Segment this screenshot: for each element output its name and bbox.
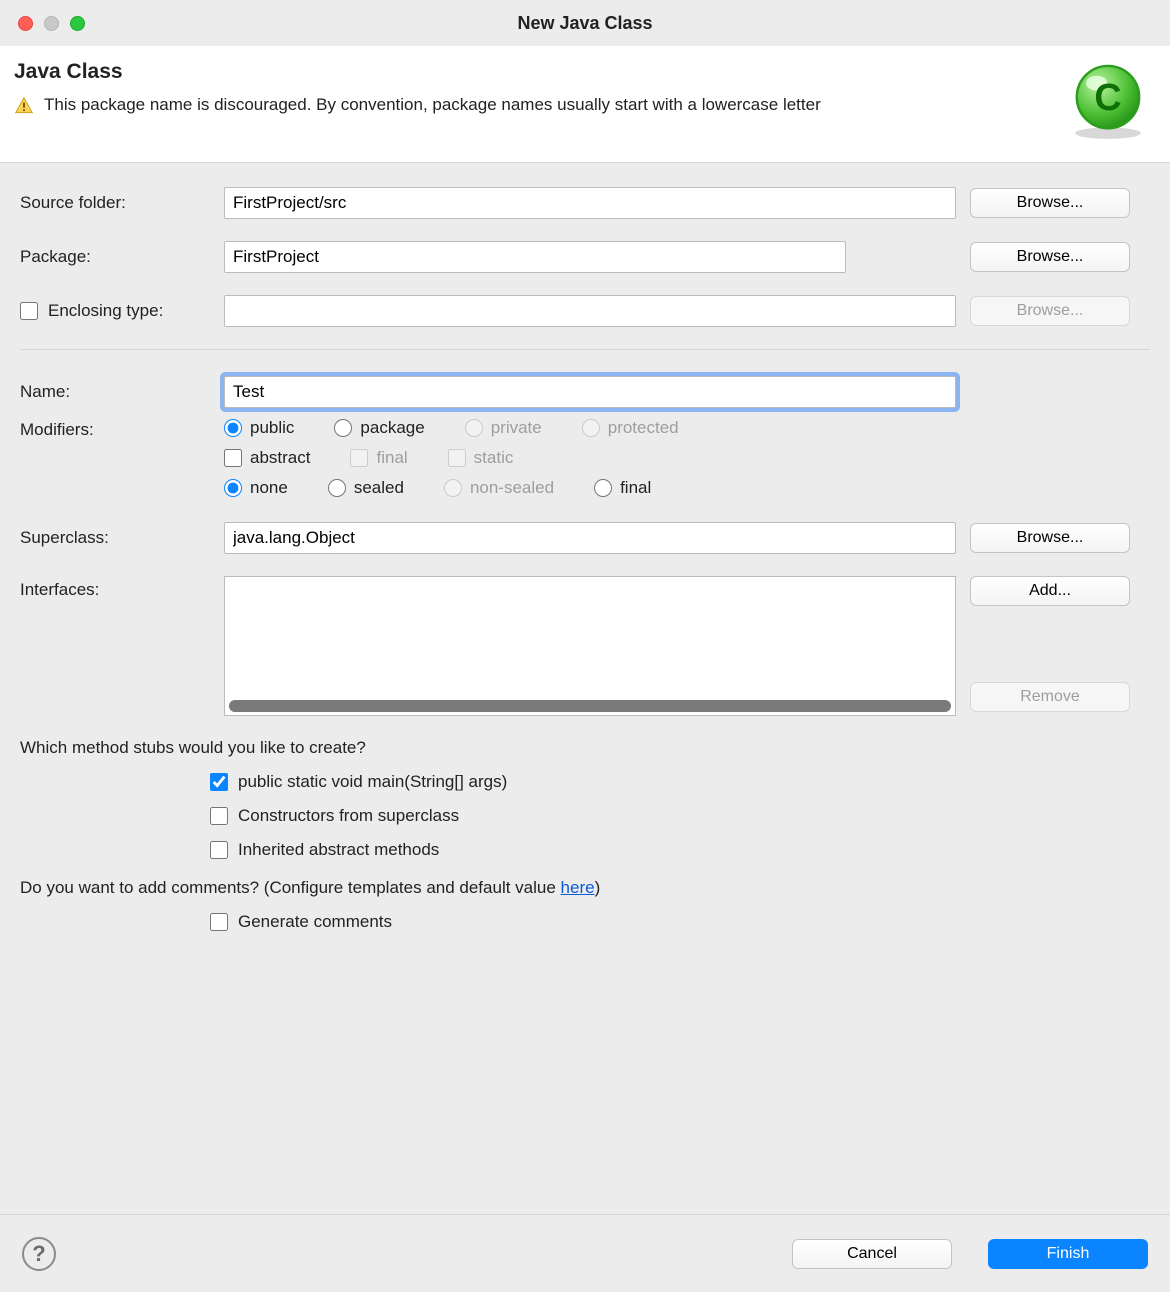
- modifier-none[interactable]: none: [224, 478, 288, 498]
- interfaces-add-button[interactable]: Add...: [970, 576, 1130, 606]
- titlebar: New Java Class: [0, 0, 1170, 46]
- comments-section: Do you want to add comments? (Configure …: [20, 878, 1150, 932]
- finish-button[interactable]: Finish: [988, 1239, 1148, 1269]
- comments-question: Do you want to add comments? (Configure …: [20, 878, 1150, 898]
- package-input[interactable]: [224, 241, 846, 273]
- superclass-input[interactable]: [224, 522, 956, 554]
- stub-main-method[interactable]: public static void main(String[] args): [210, 772, 1150, 792]
- name-input[interactable]: [224, 376, 956, 408]
- generate-comments[interactable]: Generate comments: [210, 912, 1150, 932]
- source-folder-browse-button[interactable]: Browse...: [970, 188, 1130, 218]
- interfaces-remove-button: Remove: [970, 682, 1130, 712]
- dialog-footer: ? Cancel Finish: [0, 1214, 1170, 1292]
- superclass-row: Superclass: Browse...: [20, 522, 1150, 554]
- help-button[interactable]: ?: [22, 1237, 56, 1271]
- enclosing-type-input: [224, 295, 956, 327]
- modifiers-row: Modifiers: public package private protec…: [20, 418, 1150, 498]
- source-folder-row: Source folder: Browse...: [20, 187, 1150, 219]
- modifier-package[interactable]: package: [334, 418, 424, 438]
- method-stubs-section: Which method stubs would you like to cre…: [20, 738, 1150, 860]
- interfaces-listbox[interactable]: [224, 576, 956, 716]
- package-row: Package: Browse...: [20, 241, 1150, 273]
- package-browse-button[interactable]: Browse...: [970, 242, 1130, 272]
- package-label: Package:: [20, 247, 210, 267]
- modifier-public[interactable]: public: [224, 418, 294, 438]
- source-folder-label: Source folder:: [20, 193, 210, 213]
- modifier-final[interactable]: final: [594, 478, 651, 498]
- enclosing-type-browse-button: Browse...: [970, 296, 1130, 326]
- stub-inherited[interactable]: Inherited abstract methods: [210, 840, 1150, 860]
- modifiers-label: Modifiers:: [20, 418, 210, 440]
- modifier-protected: protected: [582, 418, 679, 438]
- method-stubs-question: Which method stubs would you like to cre…: [20, 738, 1150, 758]
- modifier-abstract[interactable]: abstract: [224, 448, 310, 468]
- interfaces-label: Interfaces:: [20, 576, 210, 600]
- separator: [20, 349, 1150, 350]
- configure-templates-link[interactable]: here: [561, 878, 595, 897]
- superclass-browse-button[interactable]: Browse...: [970, 523, 1130, 553]
- dialog-header: Java Class This package name is discoura…: [0, 46, 1170, 163]
- interfaces-scrollbar[interactable]: [229, 700, 951, 712]
- cancel-button[interactable]: Cancel: [792, 1239, 952, 1269]
- enclosing-type-row: Enclosing type: Browse...: [20, 295, 1150, 327]
- wizard-badge: C: [1066, 60, 1150, 144]
- interfaces-row: Interfaces: Add... Remove: [20, 576, 1150, 716]
- name-row: Name:: [20, 376, 1150, 408]
- warning-icon: [14, 96, 34, 116]
- enclosing-type-checkbox[interactable]: [20, 302, 38, 320]
- stub-constructors[interactable]: Constructors from superclass: [210, 806, 1150, 826]
- modifier-private: private: [465, 418, 542, 438]
- enclosing-type-label: Enclosing type:: [48, 301, 163, 321]
- name-label: Name:: [20, 382, 210, 402]
- page-title: Java Class: [14, 60, 1056, 84]
- modifier-final-flag: final: [350, 448, 407, 468]
- source-folder-input[interactable]: [224, 187, 956, 219]
- status-message: This package name is discouraged. By con…: [44, 94, 821, 117]
- superclass-label: Superclass:: [20, 528, 210, 548]
- modifier-non-sealed: non-sealed: [444, 478, 554, 498]
- modifier-static: static: [448, 448, 514, 468]
- svg-text:C: C: [1094, 76, 1121, 118]
- modifier-sealed[interactable]: sealed: [328, 478, 404, 498]
- window-title: New Java Class: [0, 13, 1170, 34]
